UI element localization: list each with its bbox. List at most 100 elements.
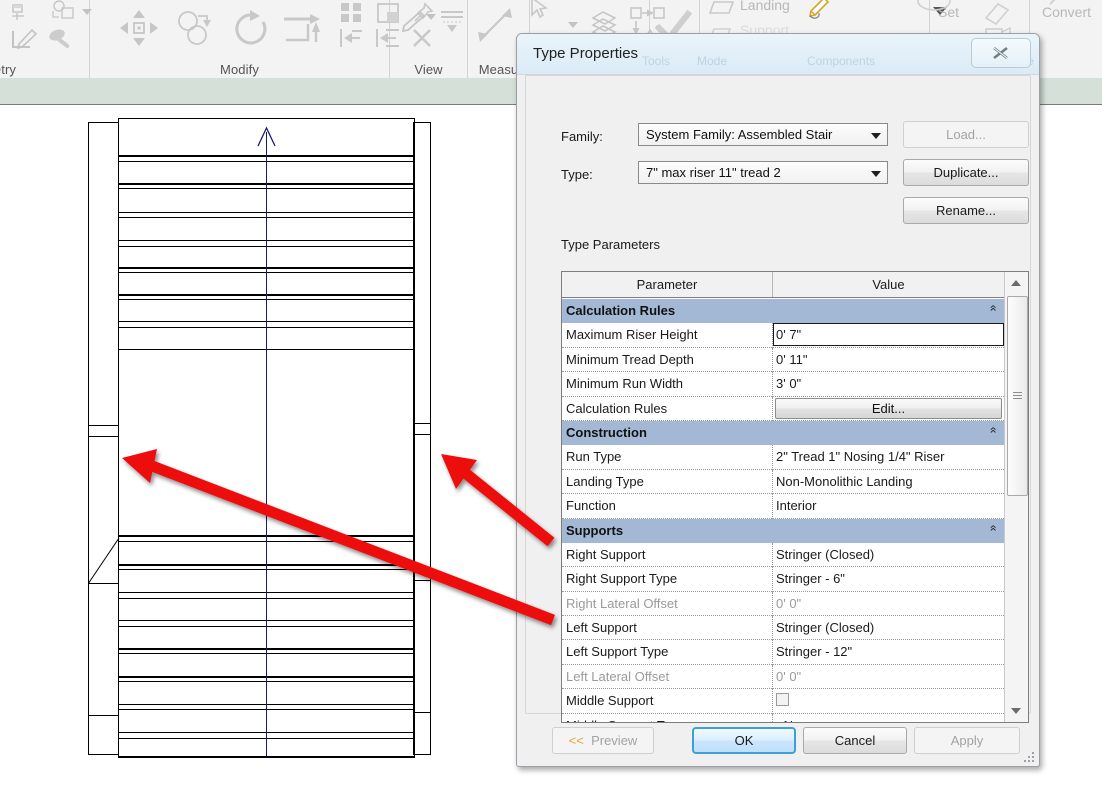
offset-icon[interactable] (282, 10, 326, 48)
join-geometry-icon[interactable] (10, 2, 32, 22)
show-workplane-icon[interactable] (982, 0, 1012, 28)
chevron-up-icon[interactable]: » (986, 305, 1000, 312)
close-icon[interactable] (971, 38, 1031, 68)
table-row[interactable]: Middle Support (562, 689, 1004, 714)
dialog-title-bar[interactable]: Mode Components Work Plane Tools Type Pr… (517, 34, 1039, 75)
landing-shape-icon[interactable] (708, 0, 736, 17)
parameter-value[interactable]: 0' 0" (776, 596, 801, 611)
chevron-up-icon[interactable]: » (986, 524, 1000, 531)
glass-reflection-tools: Tools (642, 54, 671, 68)
right-stringer-joint-2 (413, 434, 431, 435)
stair-plan-view[interactable] (87, 118, 438, 758)
parameter-value[interactable]: 0' 7" (776, 327, 801, 342)
scrollbar-thumb[interactable] (1007, 296, 1028, 496)
parameter-value[interactable]: Stringer (Closed) (776, 620, 874, 635)
move-icon[interactable] (118, 8, 160, 48)
table-row[interactable]: Run Type 2" Tread 1" Nosing 1/4" Riser (562, 445, 1004, 470)
type-properties-dialog[interactable]: Mode Components Work Plane Tools Type Pr… (516, 33, 1040, 767)
chevron-down-icon (871, 133, 881, 139)
table-group-header[interactable]: Supports » (562, 518, 1004, 543)
parameter-name: Right Support (566, 546, 646, 562)
cell-divider (772, 616, 773, 641)
parameter-value[interactable]: Interior (776, 498, 816, 513)
hide-reveal-icon[interactable] (438, 8, 466, 36)
paint-dropdown-arrow-icon[interactable] (426, 14, 436, 21)
ribbon-panel-label-view: View (414, 62, 443, 77)
cell-divider (772, 689, 773, 714)
parameter-value[interactable]: Stringer - 12" (776, 644, 852, 659)
run-bottom-edge (118, 756, 415, 758)
landing-label[interactable]: Landing (740, 0, 790, 13)
preview-button[interactable]: << << Preview Preview (552, 727, 654, 754)
parameter-value[interactable]: Stringer - 6" (776, 571, 845, 586)
table-row[interactable]: Left Support Stringer (Closed) (562, 616, 1004, 641)
column-header-parameter[interactable]: Parameter (562, 272, 773, 298)
parameter-name: Right Lateral Offset (566, 595, 678, 611)
dialog-resize-grip[interactable] (1022, 750, 1034, 762)
duplicate-button[interactable]: Duplicate... (903, 159, 1029, 186)
cut-geometry-icon[interactable] (10, 28, 38, 52)
parameter-value[interactable]: 0' 0" (776, 669, 801, 684)
create-dropdown-arrow-icon[interactable] (568, 22, 578, 29)
parameter-value[interactable]: Non-Monolithic Landing (776, 474, 913, 489)
apply-button[interactable]: Apply (914, 727, 1020, 754)
left-stringer-outer-edge (88, 122, 89, 754)
table-row[interactable]: Minimum Run Width 3' 0" (562, 372, 1004, 397)
table-group-header[interactable]: Construction » (562, 420, 1004, 446)
table-row[interactable]: Left Support Type Stringer - 12" (562, 640, 1004, 665)
parameter-value[interactable]: 3' 0" (776, 376, 801, 391)
parameter-value[interactable]: Stringer (Closed) (776, 547, 874, 562)
parameter-name: Minimum Tread Depth (566, 351, 694, 367)
right-stringer-joint-1 (413, 423, 431, 424)
table-row[interactable]: Function Interior (562, 494, 1004, 519)
parameter-value[interactable]: 0' 11" (776, 352, 807, 367)
rename-button[interactable]: Rename... (903, 197, 1029, 224)
copy-icon[interactable] (174, 10, 214, 46)
cancel-button[interactable]: Cancel (803, 727, 907, 754)
edit-calculation-rules-button[interactable]: Edit... (775, 397, 1002, 419)
split-face-icon[interactable] (50, 0, 80, 24)
group-label: Construction (566, 424, 647, 440)
middle-support-checkbox[interactable] (776, 693, 789, 707)
rotate-icon[interactable] (230, 10, 272, 48)
family-value: System Family: Assembled Stair (646, 127, 833, 142)
array-icon[interactable] (340, 2, 368, 24)
convert-arrow-icon[interactable] (1046, 0, 1082, 10)
table-row[interactable]: Landing Type Non-Monolithic Landing (562, 469, 1004, 495)
dialog-body: Family: System Family: Assembled Stair L… (525, 75, 1031, 723)
type-combobox[interactable]: 7" max riser 11" tread 2 (638, 161, 888, 184)
scroll-up-arrow-icon[interactable] (1005, 272, 1028, 294)
sketch-pencil-icon[interactable] (806, 0, 832, 20)
ok-button[interactable]: OK (692, 727, 796, 754)
table-row[interactable]: Maximum Riser Height 0' 7" (562, 323, 1004, 348)
family-combobox[interactable]: System Family: Assembled Stair (638, 123, 888, 146)
table-row[interactable]: Right Lateral Offset 0' 0" (562, 591, 1004, 617)
focused-value-editor[interactable] (773, 323, 1004, 347)
table-row[interactable]: Left Lateral Offset 0' 0" (562, 664, 1004, 690)
chevron-up-icon[interactable]: » (986, 427, 1000, 434)
type-parameters-table[interactable]: Parameter Value Calculation Rules » Maximu… (561, 271, 1029, 723)
table-row[interactable]: Calculation Rules Edit... (562, 396, 1004, 421)
demolish-hammer-icon[interactable] (47, 28, 77, 52)
align-left-icon[interactable] (338, 26, 366, 50)
load-button[interactable]: Load... (903, 121, 1029, 148)
table-rows[interactable]: Calculation Rules » Maximum Riser Height 0'… (562, 299, 1004, 722)
glass-reflection-components: Components (807, 54, 876, 68)
scrollbar-grip-icon (1013, 392, 1022, 400)
column-header-value[interactable]: Value (773, 272, 1004, 298)
parameter-name: Function (566, 498, 616, 514)
measure-icon[interactable] (474, 4, 516, 46)
table-group-header[interactable]: Calculation Rules » (562, 299, 1004, 324)
parameter-value[interactable]: 2" Tread 1" Nosing 1/4" Riser (776, 449, 944, 464)
table-row[interactable]: Right Support Stringer (Closed) (562, 542, 1004, 568)
cell-divider (772, 347, 773, 373)
table-row[interactable]: Minimum Tread Depth 0' 11" (562, 347, 1004, 373)
cursor-pointer-icon[interactable] (529, 0, 551, 22)
table-row[interactable]: Right Support Type Stringer - 6" (562, 567, 1004, 592)
ribbon-panel-view: View (390, 0, 468, 78)
set-workplane-label[interactable]: Set (938, 4, 959, 20)
paint-brush-icon[interactable] (398, 10, 426, 36)
parameter-name: Left Support Type (566, 644, 669, 660)
preview-text: Preview (587, 733, 638, 748)
table-scrollbar[interactable] (1004, 272, 1028, 722)
